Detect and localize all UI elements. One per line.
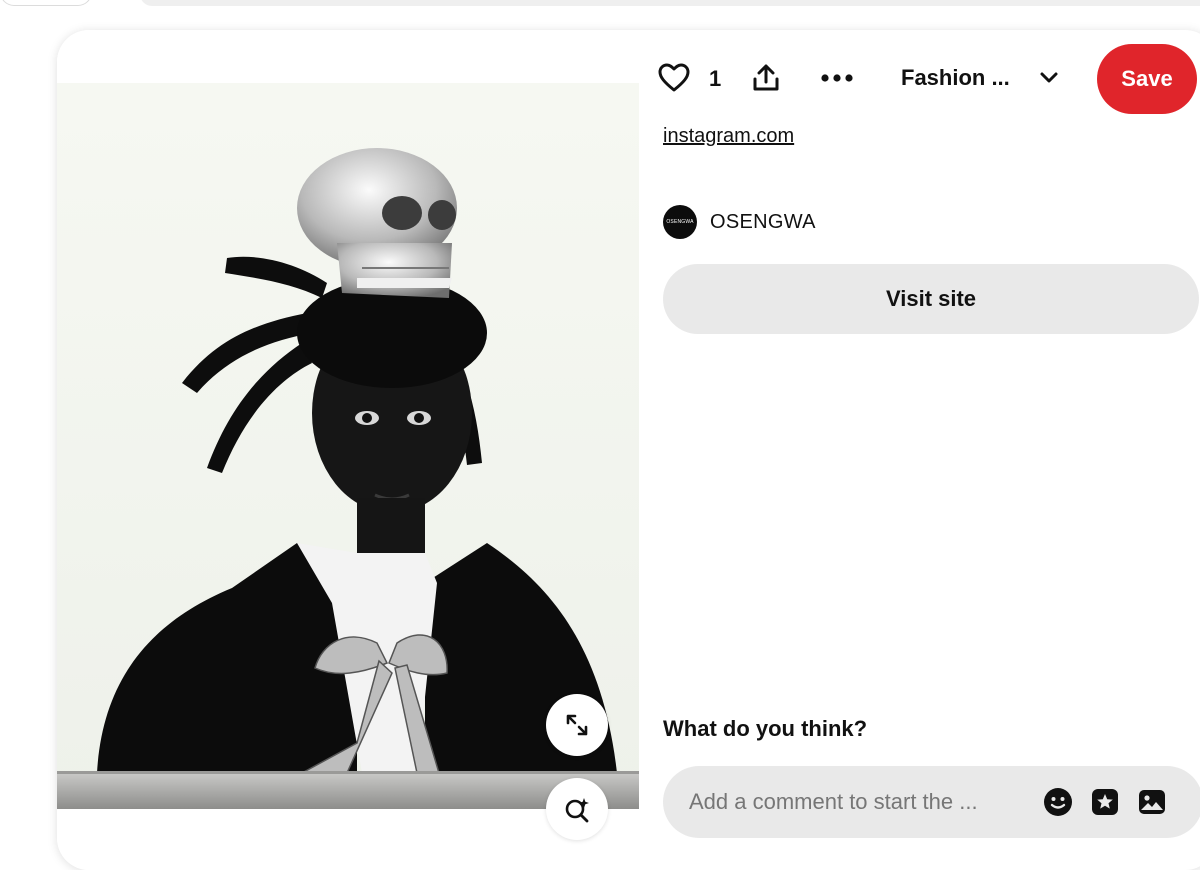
pin-details-panel: 1 Fashion ... Save instagram.com OSENGWA… — [639, 30, 1200, 870]
board-name: Fashion ... — [901, 65, 1010, 90]
heart-icon — [658, 63, 690, 92]
comment-input[interactable] — [689, 766, 1029, 838]
chevron-down-icon — [1039, 71, 1059, 85]
expand-button[interactable] — [546, 694, 608, 756]
add-image-button[interactable] — [1137, 787, 1167, 817]
save-button[interactable]: Save — [1097, 44, 1197, 114]
source-link[interactable]: instagram.com — [663, 125, 794, 148]
comment-heading: What do you think? — [663, 716, 868, 741]
like-count: 1 — [709, 66, 722, 91]
share-button[interactable] — [742, 54, 790, 102]
top-nav-strip — [0, 0, 1200, 10]
avatar: OSENGWA — [663, 205, 697, 239]
like-button[interactable] — [650, 54, 698, 102]
emoji-button[interactable] — [1043, 787, 1073, 817]
nav-pill[interactable] — [0, 0, 92, 6]
pin-card: 1 Fashion ... Save instagram.com OSENGWA… — [57, 30, 1200, 870]
share-icon — [753, 64, 779, 91]
sticker-icon — [1092, 789, 1118, 815]
search-bar-edge[interactable] — [140, 0, 1200, 6]
pin-action-bar: 1 Fashion ... Save — [639, 42, 1200, 114]
more-options-button[interactable] — [813, 54, 861, 102]
visit-site-button[interactable]: Visit site — [663, 264, 1199, 334]
portrait-illustration — [57, 83, 639, 809]
pin-image[interactable] — [57, 83, 639, 809]
author-row[interactable]: OSENGWA OSENGWA — [663, 204, 816, 240]
author-name: OSENGWA — [710, 210, 816, 233]
expand-icon — [566, 714, 588, 736]
sticker-button[interactable] — [1090, 787, 1120, 817]
visual-search-button[interactable] — [546, 778, 608, 840]
visual-search-icon — [565, 798, 589, 823]
comment-box — [663, 766, 1200, 838]
emoji-icon — [1044, 788, 1072, 816]
board-selector[interactable]: Fashion ... — [901, 54, 1071, 102]
pin-media — [57, 30, 639, 870]
more-icon — [821, 74, 853, 82]
image-icon — [1139, 790, 1165, 814]
